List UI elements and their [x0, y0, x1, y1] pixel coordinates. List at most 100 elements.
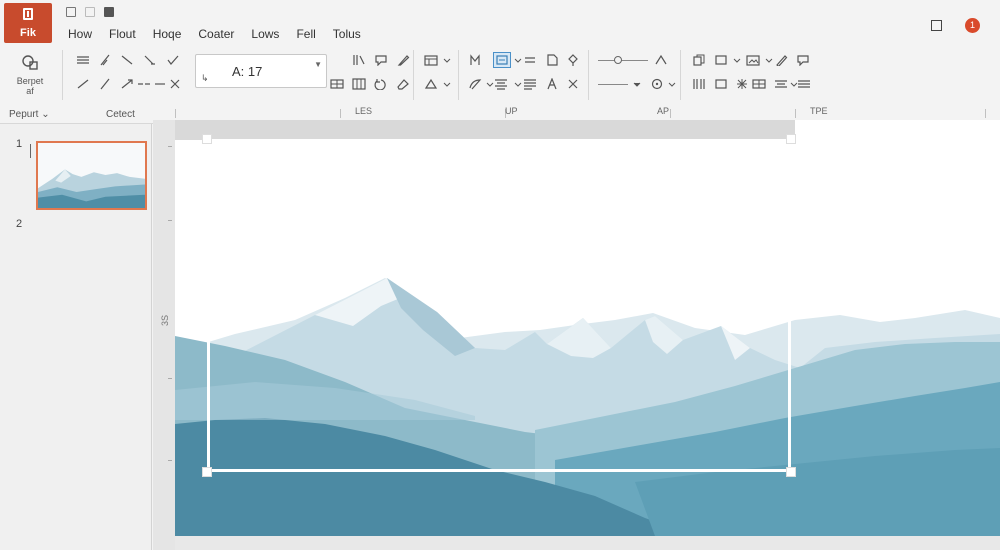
- tab-fell[interactable]: Fell: [296, 27, 315, 41]
- font-size-combo[interactable]: A: 17 ▼ ↳: [195, 54, 327, 88]
- rectangle-icon[interactable]: [714, 54, 728, 66]
- file-button-label: Fik: [20, 27, 36, 39]
- tab-coater[interactable]: Coater: [198, 27, 234, 41]
- tab-tolus[interactable]: Tolus: [333, 27, 361, 41]
- chevron-down-icon[interactable]: [511, 78, 522, 90]
- notification-badge[interactable]: 1: [965, 18, 980, 33]
- resize-handle-bottom-left[interactable]: [202, 467, 212, 477]
- table-icon[interactable]: [330, 78, 344, 90]
- line-weight-picker[interactable]: [598, 84, 628, 85]
- equals-icon[interactable]: [523, 54, 537, 66]
- picture-icon[interactable]: [746, 54, 760, 66]
- text-cursor: [30, 144, 31, 158]
- close-icon[interactable]: [168, 78, 182, 90]
- slide-thumbnail-1[interactable]: [36, 141, 147, 210]
- tab-hoqe[interactable]: Hoqe: [153, 27, 182, 41]
- paste-label-line1: Berpet: [16, 76, 44, 86]
- pencil-icon[interactable]: [774, 54, 788, 66]
- group-label-paste[interactable]: Pepurt ⌄: [9, 109, 50, 120]
- mountain-landscape-image[interactable]: [175, 120, 1000, 536]
- speech-bubble-icon[interactable]: [374, 54, 388, 66]
- align-text-icon[interactable]: [774, 78, 788, 90]
- strikethrough-icon[interactable]: [566, 78, 580, 90]
- resize-handle-top-left[interactable]: [202, 134, 212, 144]
- ruler-tick: [670, 109, 671, 118]
- ruler-tick: [985, 109, 986, 118]
- chevron-down-icon[interactable]: [483, 78, 494, 90]
- tab-flout[interactable]: Flout: [109, 27, 136, 41]
- paste-icon[interactable]: [20, 52, 40, 72]
- sparkle-icon[interactable]: [735, 78, 749, 90]
- text-direction-icon[interactable]: [352, 54, 366, 66]
- chevron-down-icon[interactable]: [630, 78, 641, 90]
- dash-icon[interactable]: [137, 78, 151, 90]
- shape-icon[interactable]: [424, 78, 438, 90]
- paste-label[interactable]: Berpet af: [14, 76, 46, 96]
- line-icon[interactable]: [98, 78, 112, 90]
- resize-handle-bottom-right[interactable]: [786, 467, 796, 477]
- restore-window-icon[interactable]: [931, 20, 942, 31]
- arrow-line-icon[interactable]: [120, 78, 134, 90]
- slide-number: 1: [16, 138, 23, 150]
- minus-icon[interactable]: [153, 78, 167, 90]
- font-color-icon[interactable]: [545, 78, 559, 90]
- line-icon[interactable]: [76, 78, 90, 90]
- ruler-tick: [168, 378, 172, 379]
- rotate-icon[interactable]: [374, 78, 388, 90]
- text-box-icon[interactable]: [468, 54, 482, 66]
- tab-how[interactable]: How: [68, 27, 92, 41]
- slash-icon[interactable]: [120, 54, 134, 66]
- chevron-down-icon[interactable]: [665, 78, 676, 90]
- comment-icon[interactable]: [796, 54, 810, 66]
- ruler-tick: [795, 109, 796, 118]
- file-button[interactable]: Fik: [4, 3, 52, 43]
- align-icon[interactable]: [76, 54, 90, 66]
- chevron-down-icon[interactable]: [787, 78, 798, 90]
- frame-icon[interactable]: [714, 78, 728, 90]
- chevron-down-icon[interactable]: [511, 54, 522, 66]
- table-icon[interactable]: [752, 78, 766, 90]
- pen-icon[interactable]: [98, 54, 112, 66]
- slide-canvas[interactable]: [175, 120, 1000, 536]
- edit-icon[interactable]: [396, 54, 410, 66]
- picture-frame-icon[interactable]: [493, 52, 511, 68]
- effects-icon[interactable]: [650, 78, 664, 90]
- check-icon[interactable]: [166, 54, 180, 66]
- redo-icon[interactable]: [104, 7, 114, 17]
- font-size-value: A: 17: [232, 64, 263, 79]
- zoom-slider[interactable]: [598, 60, 648, 61]
- undo-icon[interactable]: [85, 7, 95, 17]
- chevron-down-icon[interactable]: [762, 54, 773, 66]
- freeform-icon[interactable]: [468, 78, 482, 90]
- chevron-down-icon[interactable]: ▼: [314, 60, 322, 69]
- ruler-tick: [168, 220, 172, 221]
- save-icon[interactable]: [66, 7, 76, 17]
- slide-number: 2: [16, 218, 23, 230]
- chevron-down-icon[interactable]: [440, 54, 451, 66]
- list-icon[interactable]: [797, 78, 811, 90]
- slider-handle[interactable]: [614, 56, 622, 64]
- align-text-icon[interactable]: [494, 78, 508, 90]
- document-icon[interactable]: [545, 54, 559, 66]
- chevron-down-icon[interactable]: [730, 54, 741, 66]
- copy-icon[interactable]: [692, 54, 706, 66]
- ribbon: Berpet af A: 17 ▼ ↳: [0, 46, 1000, 106]
- ruler-tick: [340, 109, 341, 118]
- resize-handle-top-right[interactable]: [786, 134, 796, 144]
- pin-icon[interactable]: [566, 54, 580, 66]
- chevron-down-icon[interactable]: [440, 78, 451, 90]
- grid-icon[interactable]: [352, 78, 366, 90]
- slide-thumbnails-panel: 1 2: [0, 124, 152, 550]
- eraser-icon[interactable]: [396, 78, 410, 90]
- tab-lows[interactable]: Lows: [251, 27, 279, 41]
- columns-icon[interactable]: [692, 78, 706, 90]
- outline-icon[interactable]: [654, 54, 668, 66]
- vertical-ruler: 3S: [159, 124, 173, 544]
- quick-access-toolbar: [66, 7, 114, 17]
- paste-label-line2: af: [26, 86, 34, 96]
- app-logo-icon: [23, 8, 33, 20]
- list-icon[interactable]: [523, 78, 537, 90]
- font-style-icon: ↳: [201, 73, 209, 83]
- layout-icon[interactable]: [424, 54, 438, 66]
- brush-icon[interactable]: [143, 54, 157, 66]
